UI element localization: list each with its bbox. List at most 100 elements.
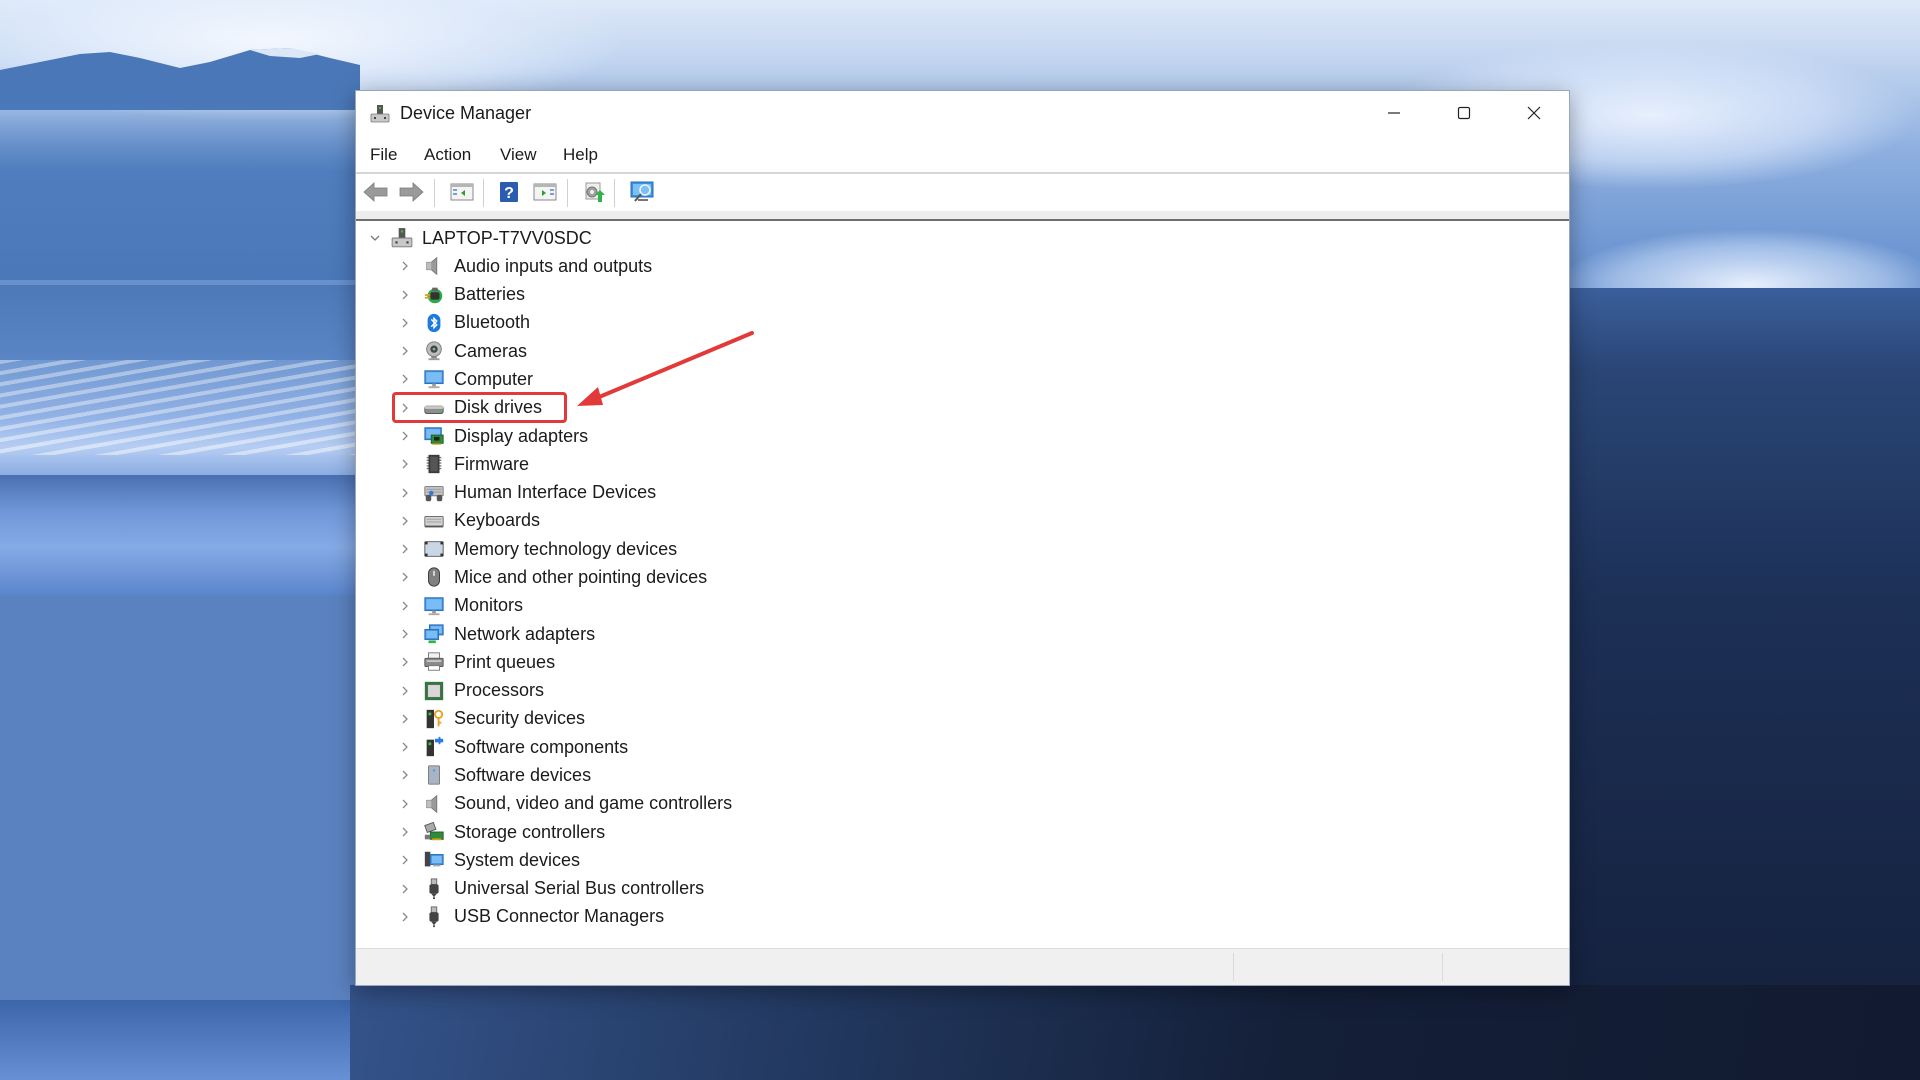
device-manager-app-icon (370, 105, 390, 123)
chevron-right-icon[interactable] (398, 599, 412, 613)
computer-node-icon (390, 226, 414, 250)
minimize-button[interactable] (1359, 91, 1429, 135)
chevron-right-icon[interactable] (398, 429, 412, 443)
tree-category-keyboards[interactable]: Keyboards (398, 508, 540, 534)
tree-category-security-devices[interactable]: Security devices (398, 706, 585, 732)
device-tree[interactable]: LAPTOP-T7VV0SDC Audio inputs and outputs… (356, 219, 1569, 952)
chevron-right-icon[interactable] (398, 542, 412, 556)
chevron-right-icon[interactable] (398, 655, 412, 669)
tree-category-label: Keyboards (454, 510, 541, 531)
title-bar[interactable]: Device Manager (356, 91, 1569, 135)
tree-category-label: USB Connector Managers (454, 906, 665, 927)
tree-category-batteries[interactable]: Batteries (398, 282, 525, 308)
system-devices-icon (422, 848, 446, 872)
tree-category-label: Computer (454, 368, 534, 389)
processor-icon (422, 679, 446, 703)
chevron-right-icon[interactable] (398, 372, 412, 386)
tree-category-software-components[interactable]: Software components (398, 734, 628, 760)
software-component-icon (422, 735, 446, 759)
update-driver-icon (585, 182, 605, 202)
tree-root-node[interactable]: LAPTOP-T7VV0SDC (368, 225, 592, 251)
tree-category-system-devices[interactable]: System devices (398, 847, 580, 873)
chevron-right-icon[interactable] (398, 514, 412, 528)
tree-category-bluetooth[interactable]: Bluetooth (398, 310, 530, 336)
tree-category-label: Cameras (454, 340, 528, 361)
tree-category-audio-inputs-and-outputs[interactable]: Audio inputs and outputs (398, 253, 652, 279)
tree-category-mice-and-other-pointing-devices[interactable]: Mice and other pointing devices (398, 564, 707, 590)
chevron-right-icon[interactable] (398, 486, 412, 500)
mouse-icon (422, 565, 446, 589)
chevron-right-icon[interactable] (398, 797, 412, 811)
menu-action[interactable]: Action (424, 145, 471, 165)
tree-category-label: Processors (454, 680, 545, 701)
tree-category-firmware[interactable]: Firmware (398, 451, 529, 477)
bluetooth-icon (422, 311, 446, 335)
tree-category-monitors[interactable]: Monitors (398, 593, 523, 619)
toolbar-separator (614, 179, 615, 207)
help-button[interactable]: ? (495, 179, 523, 205)
forward-button[interactable] (397, 179, 425, 205)
tree-category-label: Software devices (454, 764, 592, 785)
show-hide-action-pane-button[interactable] (531, 179, 559, 205)
tree-category-print-queues[interactable]: Print queues (398, 649, 555, 675)
hid-icon (422, 481, 446, 505)
chevron-right-icon[interactable] (398, 316, 412, 330)
chevron-right-icon[interactable] (398, 570, 412, 584)
tree-category-computer[interactable]: Computer (398, 366, 533, 392)
status-bar-divider (1442, 953, 1443, 981)
tree-category-label: Monitors (454, 595, 524, 616)
tree-category-label: Universal Serial Bus controllers (454, 878, 705, 899)
update-driver-button[interactable] (580, 179, 608, 205)
toolbar-separator (434, 179, 435, 207)
tree-category-usb-connector-managers[interactable]: USB Connector Managers (398, 904, 664, 930)
tree-category-label: Mice and other pointing devices (454, 566, 708, 587)
back-arrow-icon (363, 182, 388, 202)
tree-category-display-adapters[interactable]: Display adapters (398, 423, 588, 449)
chevron-right-icon[interactable] (398, 882, 412, 896)
tree-category-storage-controllers[interactable]: Storage controllers (398, 819, 605, 845)
chevron-right-icon[interactable] (398, 712, 412, 726)
status-bar-divider (1233, 953, 1234, 981)
tree-category-label: Sound, video and game controllers (454, 793, 733, 814)
chevron-right-icon[interactable] (398, 627, 412, 641)
tree-category-software-devices[interactable]: Software devices (398, 762, 591, 788)
keyboard-icon (422, 509, 446, 533)
tree-category-label: Bluetooth (454, 312, 531, 333)
chevron-right-icon[interactable] (398, 288, 412, 302)
chevron-right-icon[interactable] (398, 259, 412, 273)
tree-category-universal-serial-bus-controllers[interactable]: Universal Serial Bus controllers (398, 876, 704, 902)
tree-category-human-interface-devices[interactable]: Human Interface Devices (398, 480, 656, 506)
tree-category-memory-technology-devices[interactable]: Memory technology devices (398, 536, 677, 562)
speaker-icon (422, 792, 446, 816)
chevron-right-icon[interactable] (398, 684, 412, 698)
chevron-down-icon[interactable] (368, 231, 382, 245)
close-icon (1527, 106, 1541, 120)
menu-view[interactable]: View (500, 145, 537, 165)
storage-controller-icon (422, 820, 446, 844)
help-icon: ? (500, 182, 518, 202)
tree-category-label: Memory technology devices (454, 538, 678, 559)
menu-file[interactable]: File (370, 145, 397, 165)
tree-category-processors[interactable]: Processors (398, 678, 544, 704)
show-hide-console-tree-button[interactable] (448, 179, 476, 205)
chevron-right-icon[interactable] (398, 853, 412, 867)
back-button[interactable] (362, 179, 390, 205)
tree-category-sound-video-and-game-controllers[interactable]: Sound, video and game controllers (398, 791, 732, 817)
svg-text:?: ? (504, 185, 514, 202)
chevron-right-icon[interactable] (398, 825, 412, 839)
chevron-right-icon[interactable] (398, 457, 412, 471)
scan-hardware-button[interactable] (629, 179, 657, 205)
close-button[interactable] (1499, 91, 1569, 135)
tree-category-network-adapters[interactable]: Network adapters (398, 621, 595, 647)
tree-category-cameras[interactable]: Cameras (398, 338, 527, 364)
chevron-right-icon[interactable] (398, 740, 412, 754)
toolbar-separator (483, 179, 484, 207)
chevron-right-icon[interactable] (398, 910, 412, 924)
tree-category-label: Software components (454, 736, 629, 757)
tree-category-label: Batteries (454, 284, 526, 305)
chevron-right-icon[interactable] (398, 768, 412, 782)
chevron-right-icon[interactable] (398, 344, 412, 358)
maximize-button[interactable] (1429, 91, 1499, 135)
menu-help[interactable]: Help (563, 145, 598, 165)
tree-category-label: Human Interface Devices (454, 482, 657, 503)
